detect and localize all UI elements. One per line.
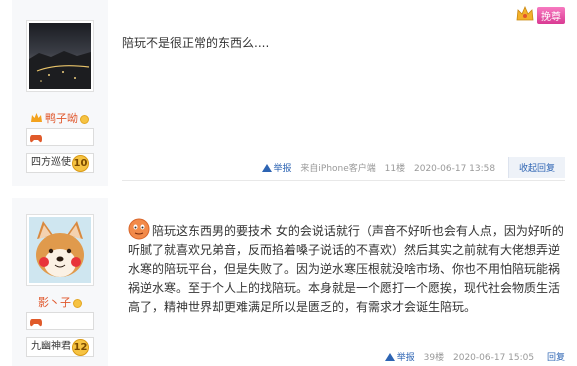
post-text: 陪玩不是很正常的东西么.... [122, 36, 270, 50]
report-link[interactable]: 举报 [384, 353, 415, 363]
username-row[interactable]: 影丶子 [12, 294, 108, 310]
post-content: 陪玩不是很正常的东西么.... 举报 来自iPhone客户端 11楼 2020-… [122, 0, 565, 186]
report-label: 举报 [273, 164, 292, 174]
rank-title: 九幽神君 [31, 341, 71, 352]
post-floor-39: 影丶子 九幽神君 12 陪玩这东西男的要技术 女的会说话就行（声音不好听也会有人… [0, 198, 577, 366]
post-footer: 举报 来自iPhone客户端 11楼 2020-06-17 13:58 收起回复 [256, 157, 565, 178]
rank-box[interactable]: 四方巡使 10 [26, 153, 94, 173]
floor-number: 39楼 [423, 353, 445, 363]
floor-number: 11楼 [384, 164, 406, 174]
avatar[interactable] [26, 20, 94, 92]
avatar[interactable] [26, 214, 94, 286]
post-datetime: 2020-06-17 13:58 [414, 164, 496, 174]
author-panel: 影丶子 九幽神君 12 [12, 198, 108, 366]
post-content: 陪玩这东西男的要技术 女的会说话就行（声音不好听也会有人点，因为好听的听腻了就喜… [122, 198, 565, 366]
coin-icon [80, 114, 89, 124]
badge-box [26, 312, 94, 330]
gamepad-icon[interactable] [30, 316, 42, 330]
level-badge: 10 [72, 155, 89, 172]
post-footer: 举报 39楼 2020-06-17 15:05 回复 [379, 350, 565, 363]
report-icon [384, 353, 395, 361]
rank-box[interactable]: 九幽神君 12 [26, 337, 94, 357]
reply-button[interactable]: 回复 [547, 353, 565, 363]
collapse-reply-button[interactable]: 收起回复 [507, 157, 565, 178]
report-icon [261, 164, 272, 172]
level-badge: 12 [72, 339, 89, 356]
emoticon-face-icon [128, 218, 150, 240]
client-source[interactable]: 来自iPhone客户端 [300, 164, 375, 174]
report-link[interactable]: 举报 [261, 164, 292, 174]
username-row[interactable]: 鸭子呦 [12, 110, 108, 126]
username[interactable]: 影丶子 [38, 296, 71, 309]
post-floor-11: 鸭子呦 四方巡使 10 挽尊 陪玩不是很正常的东西么.... 举报 来自iPho… [0, 0, 577, 186]
rank-title: 四方巡使 [31, 157, 71, 168]
username[interactable]: 鸭子呦 [45, 112, 78, 125]
post-divider [122, 180, 565, 181]
coin-icon [73, 298, 82, 308]
badge-box [26, 128, 94, 146]
post-text: 陪玩这东西男的要技术 女的会说话就行（声音不好听也会有人点，因为好听的听腻了就喜… [128, 218, 565, 317]
post-datetime: 2020-06-17 15:05 [453, 353, 535, 363]
avatar-shiba-dog-image [29, 217, 91, 283]
author-panel: 鸭子呦 四方巡使 10 [12, 0, 108, 186]
report-label: 举报 [396, 353, 415, 363]
avatar-night-city-image [29, 23, 91, 89]
gamepad-icon[interactable] [30, 132, 42, 146]
post-text-body: 陪玩这东西男的要技术 女的会说话就行（声音不好听也会有人点，因为好听的听腻了就喜… [128, 224, 564, 314]
crown-icon [31, 112, 42, 126]
